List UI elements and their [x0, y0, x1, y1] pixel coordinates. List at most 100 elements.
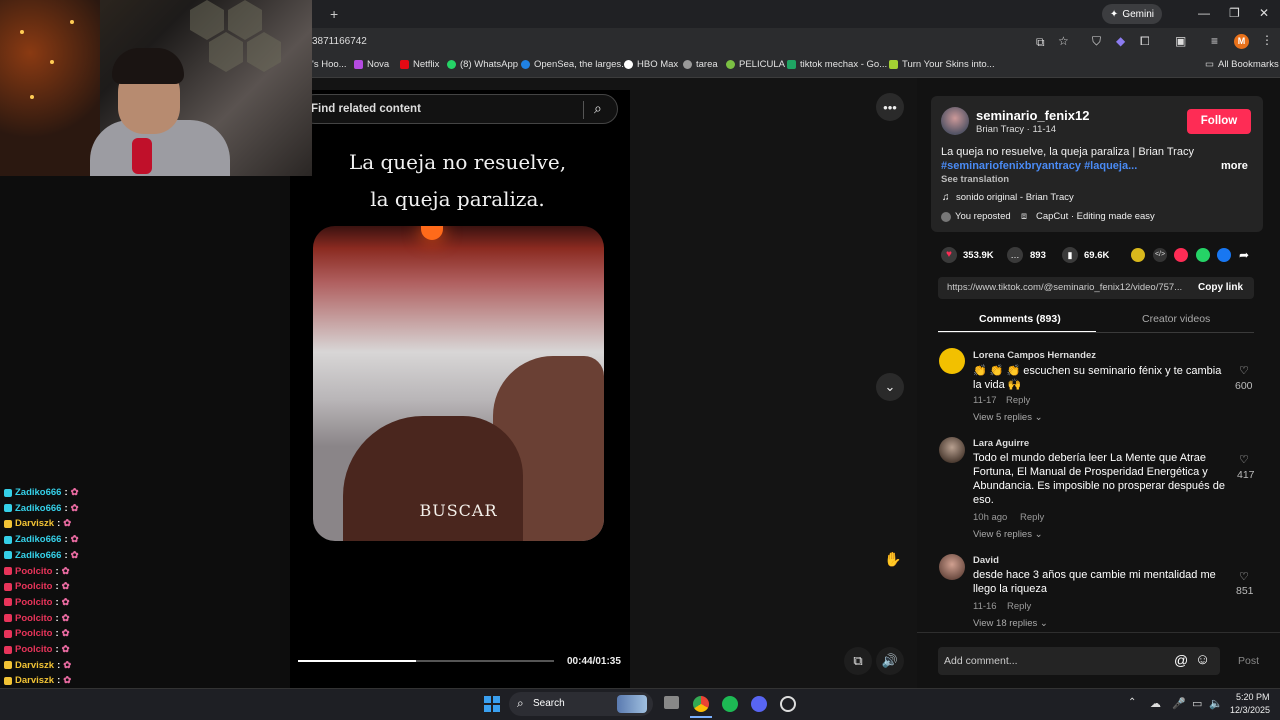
app-icon[interactable]: [780, 696, 796, 712]
bookmark-item[interactable]: Turn Your Skins into...: [889, 59, 995, 70]
task-view-icon[interactable]: [664, 696, 679, 709]
comment-like-icon[interactable]: ♡: [1239, 364, 1249, 377]
puzzle-icon[interactable]: ⧠: [1140, 34, 1150, 49]
view-replies-button[interactable]: View 5 replies ⌄: [973, 412, 1043, 423]
clock-time[interactable]: 5:20 PM: [1236, 692, 1270, 702]
tab-creator-videos[interactable]: Creator videos: [1142, 313, 1210, 325]
close-icon[interactable]: ✕: [1259, 6, 1269, 20]
reply-button[interactable]: Reply: [1007, 601, 1031, 612]
chrome-icon[interactable]: [693, 696, 709, 712]
spotify-icon[interactable]: [722, 696, 738, 712]
restore-icon[interactable]: ❐: [1229, 6, 1240, 20]
taskbar-search[interactable]: ⌕ Search: [509, 692, 653, 716]
chat-badge-icon: [4, 645, 12, 654]
bookmark-item[interactable]: 's Hoo...: [312, 59, 347, 70]
bookmark-star-icon[interactable]: ☆: [1058, 34, 1069, 48]
shield-extension-icon[interactable]: ⛉: [1092, 34, 1101, 49]
gemini-button[interactable]: ✦ Gemini: [1101, 4, 1162, 24]
related-search-box[interactable]: Find related content ⌕: [300, 94, 618, 124]
display-icon[interactable]: ▭: [1192, 697, 1202, 710]
bookmark-item[interactable]: PELICULA: [726, 59, 785, 70]
comment-input[interactable]: Add comment... @ ☺: [938, 647, 1220, 675]
chat-badge-icon: [4, 629, 12, 638]
send-icon[interactable]: [1174, 248, 1188, 262]
view-replies-button[interactable]: View 18 replies ⌄: [973, 618, 1048, 629]
clock-date[interactable]: 12/3/2025: [1230, 705, 1270, 715]
menu-kebab-icon[interactable]: ⋮: [1261, 33, 1273, 47]
active-app-indicator: [690, 716, 712, 718]
search-icon[interactable]: ⌕: [594, 100, 602, 117]
see-translation-link[interactable]: See translation: [941, 174, 1009, 185]
comment-icon[interactable]: …: [1007, 247, 1023, 263]
bookmark-item[interactable]: tiktok mechax - Go...: [787, 59, 887, 70]
bookmark-item[interactable]: Nova: [354, 59, 389, 70]
comment-author[interactable]: Lorena Campos Hernandez: [973, 350, 1096, 361]
media-icon[interactable]: ≡: [1211, 34, 1218, 48]
all-bookmarks[interactable]: ▭ All Bookmarks: [1205, 59, 1279, 70]
bookmark-item[interactable]: HBO Max: [624, 59, 678, 70]
creator-username[interactable]: seminario_fenix12: [976, 108, 1089, 123]
copy-link-button[interactable]: Copy link: [1198, 282, 1243, 293]
capcut-link[interactable]: CapCut · Editing made easy: [1036, 211, 1155, 222]
creator-avatar[interactable]: [941, 107, 969, 135]
quote-line: La queja no resuelve,: [348, 150, 567, 174]
video-link[interactable]: https://www.tiktok.com/@seminario_fenix1…: [947, 282, 1182, 293]
commenter-avatar[interactable]: [939, 437, 965, 463]
bookmark-icon[interactable]: ▮: [1062, 247, 1078, 263]
commenter-avatar[interactable]: [939, 554, 965, 580]
search-input[interactable]: Find related content: [311, 103, 421, 115]
bookmark-item[interactable]: OpenSea, the larges...: [521, 59, 629, 70]
embed-icon[interactable]: </>: [1153, 248, 1167, 262]
bookmark-item[interactable]: tarea: [683, 59, 718, 70]
post-comment-button[interactable]: Post: [1238, 655, 1259, 667]
install-app-icon[interactable]: ⧉: [1036, 35, 1045, 50]
start-tile: [493, 705, 500, 712]
sidepanel-icon[interactable]: ▣: [1175, 34, 1186, 48]
minimize-icon[interactable]: —: [1198, 6, 1210, 20]
comment-like-count: 600: [1235, 380, 1253, 392]
comment-like-icon[interactable]: ♡: [1239, 453, 1249, 466]
more-options-button[interactable]: •••: [876, 93, 904, 121]
follow-button[interactable]: Follow: [1187, 109, 1251, 134]
whatsapp-share-icon[interactable]: [1196, 248, 1210, 262]
url-text[interactable]: 3871166742: [312, 36, 367, 47]
cloud-icon[interactable]: ☁: [1150, 697, 1161, 710]
chat-badge-icon: [4, 676, 12, 685]
reply-button[interactable]: Reply: [1020, 512, 1044, 523]
next-video-button[interactable]: ⌄: [876, 373, 904, 401]
chevron-up-icon[interactable]: ⌃: [1128, 697, 1136, 708]
extension-icon[interactable]: ◆: [1116, 34, 1125, 48]
facebook-share-icon[interactable]: [1217, 248, 1231, 262]
view-replies-button[interactable]: View 6 replies ⌄: [973, 529, 1043, 540]
comment-author[interactable]: David: [973, 555, 999, 566]
windows-start-icon[interactable]: [484, 696, 500, 712]
comment-author[interactable]: Lara Aguirre: [973, 438, 1029, 449]
microphone-icon[interactable]: 🎤: [1172, 697, 1186, 710]
discord-icon[interactable]: [751, 696, 767, 712]
sound-link[interactable]: sonido original - Brian Tracy: [956, 192, 1074, 203]
mention-icon[interactable]: @: [1174, 652, 1188, 668]
all-bookmarks-label: All Bookmarks: [1217, 59, 1279, 70]
chat-message: Zadiko666: ✿: [4, 487, 79, 498]
chat-emote-icon: ✿: [61, 565, 70, 577]
chat-username: Zadiko666: [15, 549, 62, 561]
share-arrow-icon[interactable]: ➦: [1239, 248, 1249, 262]
repost-share-icon[interactable]: [1131, 248, 1145, 262]
more-button[interactable]: more: [1221, 160, 1248, 172]
commenter-avatar[interactable]: [939, 348, 965, 374]
new-tab-button[interactable]: +: [330, 6, 338, 22]
bookmark-item[interactable]: Netflix: [400, 59, 439, 70]
reply-button[interactable]: Reply: [1006, 395, 1030, 406]
comment-like-icon[interactable]: ♡: [1239, 570, 1249, 583]
comment-input-placeholder[interactable]: Add comment...: [944, 655, 1018, 667]
post-hashtags[interactable]: #seminariofenixbryantracy #laqueja...: [941, 160, 1137, 172]
floating-player-button[interactable]: ⧉: [844, 647, 872, 675]
bookmark-item[interactable]: (8) WhatsApp: [447, 59, 518, 70]
comment-text: llego la riqueza: [973, 583, 1047, 595]
profile-avatar[interactable]: M: [1234, 34, 1249, 49]
heart-icon[interactable]: ♥: [941, 247, 957, 263]
emoji-icon[interactable]: ☺: [1195, 651, 1210, 668]
tab-comments[interactable]: Comments (893): [979, 313, 1061, 325]
volume-button[interactable]: 🔊: [876, 647, 904, 675]
volume-tray-icon[interactable]: 🔈: [1209, 697, 1223, 710]
